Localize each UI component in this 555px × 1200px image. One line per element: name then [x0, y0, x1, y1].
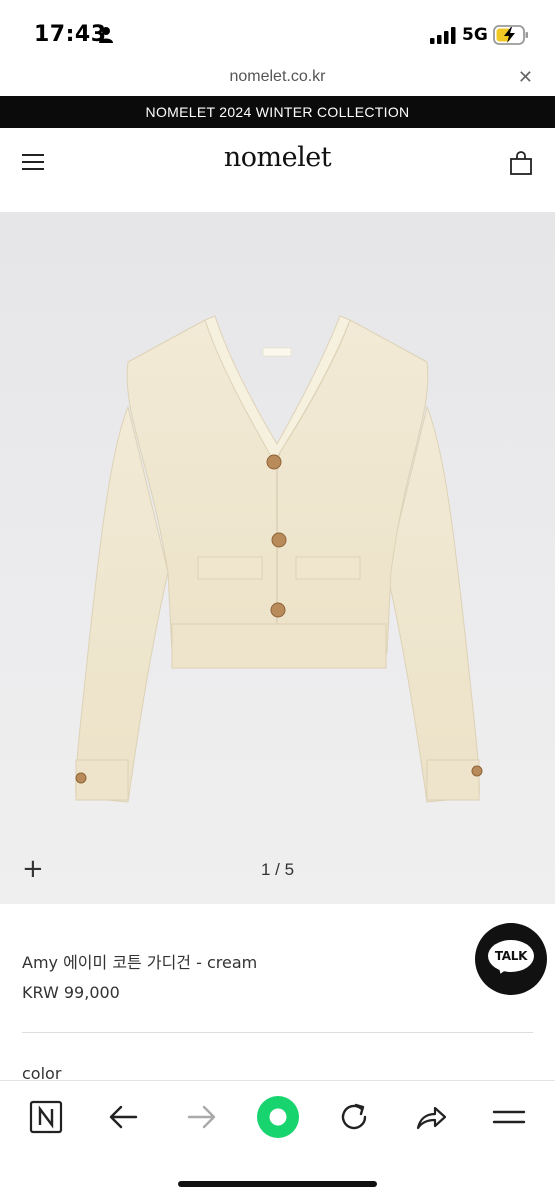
status-bar: 17:43 5G [0, 0, 555, 64]
forward-arrow-icon[interactable] [181, 1097, 221, 1137]
home-indicator[interactable] [178, 1181, 377, 1187]
slide-counter: 1 / 5 [260, 860, 295, 879]
signal-icon [430, 27, 456, 44]
talk-label: TALK [494, 949, 528, 963]
address-bar[interactable]: nomelet.co.kr ✕ [0, 64, 555, 96]
talk-chat-button[interactable]: TALK [475, 923, 547, 995]
product-image[interactable]: + 1 / 5 [0, 212, 555, 904]
status-time: 17:43 [34, 22, 107, 47]
reload-icon[interactable] [334, 1097, 374, 1137]
divider [22, 1032, 533, 1033]
close-icon[interactable]: ✕ [518, 67, 533, 88]
cardigan-photo [75, 315, 483, 803]
site-logo[interactable]: nomelet [0, 142, 555, 173]
battery-icon [493, 25, 528, 45]
back-arrow-icon[interactable] [104, 1097, 144, 1137]
network-label: 5G [462, 25, 488, 45]
product-price: KRW 99,000 [22, 983, 120, 1002]
naver-icon[interactable] [26, 1097, 66, 1137]
share-icon[interactable] [411, 1097, 451, 1137]
shopping-bag-icon[interactable] [509, 150, 533, 176]
url-text[interactable]: nomelet.co.kr [0, 68, 555, 86]
site-header: nomelet [0, 128, 555, 212]
product-name: Amy 에이미 코튼 가디건 - cream [22, 953, 258, 972]
menu-icon[interactable] [489, 1097, 529, 1137]
person-icon [99, 27, 113, 43]
green-dot-icon[interactable] [256, 1095, 300, 1139]
announcement-bar[interactable]: NOMELET 2024 WINTER COLLECTION [0, 96, 555, 128]
